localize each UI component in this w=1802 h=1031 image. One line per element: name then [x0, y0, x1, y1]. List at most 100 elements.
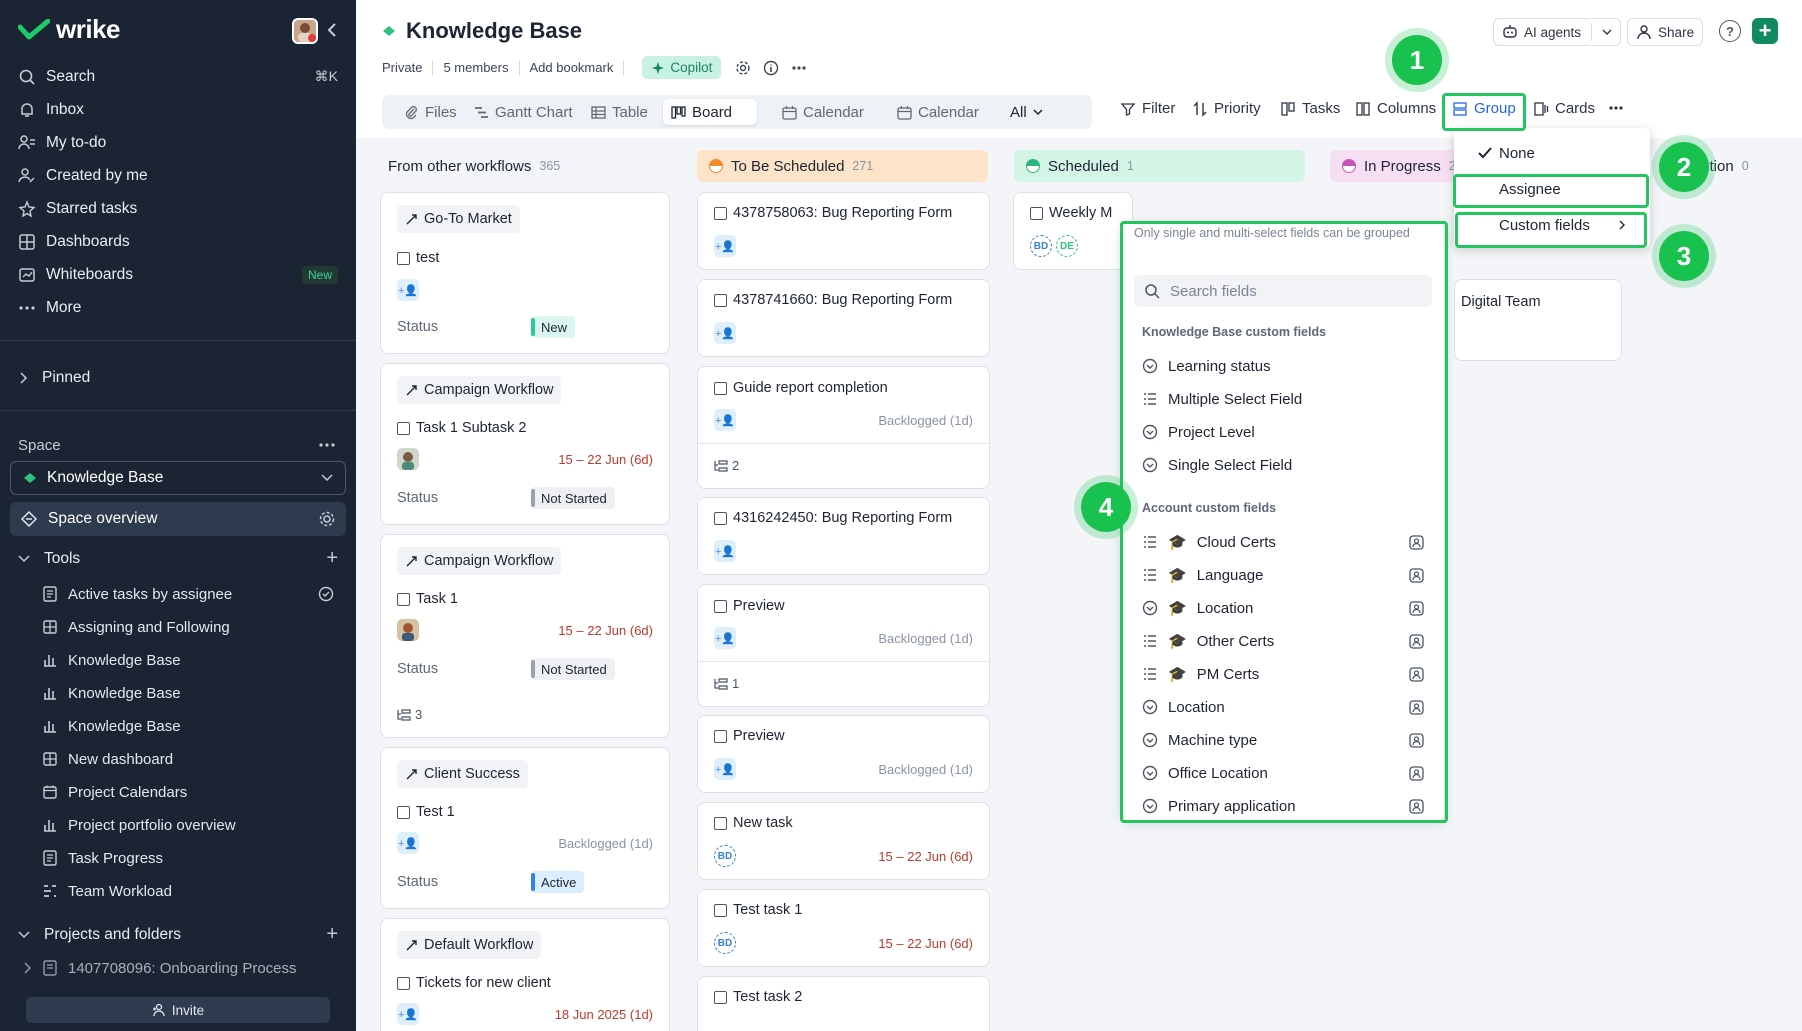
priority-button[interactable]: Priority — [1192, 100, 1261, 117]
tool-item[interactable]: Knowledge Base — [42, 645, 342, 675]
assignee-initials[interactable]: BD — [1030, 235, 1052, 257]
task-card[interactable]: Campaign Workflow Task 1 Subtask 2 15 – … — [380, 363, 670, 525]
tool-item[interactable]: Assigning and Following — [42, 612, 342, 642]
task-title[interactable]: Weekly M — [1030, 205, 1112, 221]
task-card[interactable]: Default Workflow Tickets for new client … — [380, 918, 670, 1031]
add-assignee-icon[interactable]: +👤 — [714, 758, 736, 780]
task-card[interactable]: 4316242450: Bug Reporting Form +👤 — [697, 497, 990, 575]
add-tool-icon[interactable]: + — [326, 547, 338, 570]
tool-item[interactable]: Team Workload — [42, 876, 342, 906]
tool-item[interactable]: Active tasks by assignee — [42, 579, 342, 609]
tool-item[interactable]: New dashboard — [42, 744, 342, 774]
members-link[interactable]: 5 members — [443, 60, 508, 75]
task-card[interactable]: 4378758063: Bug Reporting Form +👤 — [697, 192, 990, 270]
field-option[interactable]: Location — [1142, 692, 1432, 722]
task-title[interactable]: Digital Team — [1461, 294, 1541, 310]
tab-all-dropdown[interactable]: All — [1002, 99, 1051, 125]
ai-agents-button[interactable]: AI agents — [1493, 18, 1622, 46]
tab-calendar[interactable]: Calendar — [774, 99, 872, 125]
wrike-logo[interactable]: wrike — [18, 14, 121, 45]
search-fields-input[interactable]: Search fields — [1134, 275, 1432, 307]
column-header-scheduled[interactable]: Scheduled 1 — [1014, 150, 1305, 182]
task-title[interactable]: Tickets for new client — [397, 975, 551, 991]
share-button[interactable]: Share — [1627, 18, 1704, 46]
tab-board[interactable]: Board — [663, 99, 757, 125]
column-header-to-be-scheduled[interactable]: To Be Scheduled 271 — [697, 150, 988, 182]
tools-section[interactable]: Tools + — [0, 542, 356, 575]
task-title[interactable]: 4316242450: Bug Reporting Form — [714, 510, 952, 526]
due-date[interactable]: 18 Jun 2025 (1d) — [555, 1007, 653, 1022]
task-card[interactable]: Test task 1 BD 15 – 22 Jun (6d) — [697, 889, 990, 967]
task-card[interactable]: Weekly M BD DE — [1013, 192, 1133, 270]
field-option[interactable]: 🎓 PM Certs — [1142, 659, 1432, 689]
subtask-count[interactable]: 1 — [714, 676, 739, 691]
tool-item[interactable]: Task Progress — [42, 843, 342, 873]
nav-created-by-me[interactable]: Created by me — [0, 159, 356, 192]
projects-section[interactable]: Projects and folders + — [0, 918, 356, 951]
tool-item[interactable]: Project portfolio overview — [42, 810, 342, 840]
nav-inbox[interactable]: Inbox — [0, 93, 356, 126]
field-option[interactable]: Project Level — [1142, 417, 1432, 447]
due-date[interactable]: 15 – 22 Jun (6d) — [558, 452, 653, 467]
assignee-avatar[interactable] — [397, 619, 419, 641]
pinned-section[interactable]: Pinned — [0, 361, 356, 394]
tasks-button[interactable]: Tasks — [1280, 100, 1340, 117]
ellipsis-icon[interactable] — [791, 60, 807, 76]
due-date[interactable]: 15 – 22 Jun (6d) — [878, 936, 973, 951]
status-badge[interactable]: Not Started — [531, 487, 615, 509]
tab-calendar-2[interactable]: Calendar — [889, 99, 987, 125]
field-option[interactable]: Multiple Select Field — [1142, 384, 1432, 414]
task-card[interactable]: Digital Team — [1454, 279, 1622, 361]
add-assignee-icon[interactable]: +👤 — [397, 279, 419, 301]
column-header-in-progress[interactable]: In Progress 2 — [1330, 150, 1470, 182]
task-card[interactable]: Go-To Market test +👤 Status New — [380, 192, 670, 354]
field-option[interactable]: 🎓 Other Certs — [1142, 626, 1432, 656]
group-option-assignee[interactable]: Assignee — [1454, 174, 1650, 204]
add-assignee-icon[interactable]: +👤 — [397, 832, 419, 854]
tab-files[interactable]: Files — [396, 99, 465, 125]
field-option[interactable]: Learning status — [1142, 351, 1432, 381]
columns-button[interactable]: Columns — [1355, 100, 1436, 117]
task-title[interactable]: Test task 2 — [714, 989, 802, 1005]
nav-dashboards[interactable]: Dashboards — [0, 225, 356, 258]
task-title[interactable]: Guide report completion — [714, 380, 888, 396]
assignee-initials[interactable]: BD — [714, 845, 736, 867]
copilot-button[interactable]: Copilot — [642, 56, 722, 79]
field-option[interactable]: Office Location — [1142, 758, 1432, 788]
task-card[interactable]: 4378741660: Bug Reporting Form +👤 — [697, 279, 990, 357]
nav-whiteboards[interactable]: Whiteboards New — [0, 258, 356, 291]
field-option[interactable]: Single Select Field — [1142, 450, 1432, 480]
add-assignee-icon[interactable]: +👤 — [714, 322, 736, 344]
collapse-sidebar-icon[interactable] — [326, 22, 338, 38]
add-project-icon[interactable]: + — [326, 923, 338, 946]
task-card[interactable]: New task BD 15 – 22 Jun (6d) — [697, 802, 990, 880]
task-card[interactable]: Client Success Test 1 +👤 Backlogged (1d)… — [380, 747, 670, 909]
group-option-none[interactable]: None — [1454, 138, 1650, 168]
task-title[interactable]: 4378741660: Bug Reporting Form — [714, 292, 952, 308]
add-bookmark-link[interactable]: Add bookmark — [530, 60, 614, 75]
assignee-avatar[interactable] — [397, 448, 419, 470]
field-option[interactable]: 🎓 Language — [1142, 560, 1432, 590]
nav-more[interactable]: More — [0, 291, 356, 324]
task-title[interactable]: Task 1 — [397, 591, 458, 607]
task-title[interactable]: New task — [714, 815, 793, 831]
task-title[interactable]: Preview — [714, 598, 785, 614]
add-assignee-icon[interactable]: +👤 — [714, 540, 736, 562]
nav-starred-tasks[interactable]: Starred tasks — [0, 192, 356, 225]
field-option[interactable]: Machine type — [1142, 725, 1432, 755]
tool-item[interactable]: Knowledge Base — [42, 711, 342, 741]
task-card[interactable]: Preview +👤 Backlogged (1d) — [697, 715, 990, 793]
task-title[interactable]: Test 1 — [397, 804, 455, 820]
status-badge[interactable]: Active — [531, 871, 585, 893]
field-option[interactable]: 🎓 Location — [1142, 593, 1432, 623]
due-date[interactable]: 15 – 22 Jun (6d) — [558, 623, 653, 638]
help-icon[interactable]: ? — [1719, 20, 1741, 42]
nav-search[interactable]: Search ⌘K — [0, 60, 356, 93]
more-options-icon[interactable] — [1608, 100, 1624, 116]
privacy-label[interactable]: Private — [382, 60, 422, 75]
space-selector[interactable]: Knowledge Base — [10, 461, 346, 495]
invite-button[interactable]: Invite — [26, 997, 330, 1023]
assignee-initials[interactable]: DE — [1056, 235, 1078, 257]
due-date[interactable]: 15 – 22 Jun (6d) — [878, 849, 973, 864]
task-card[interactable]: Guide report completion +👤 Backlogged (1… — [697, 366, 991, 489]
